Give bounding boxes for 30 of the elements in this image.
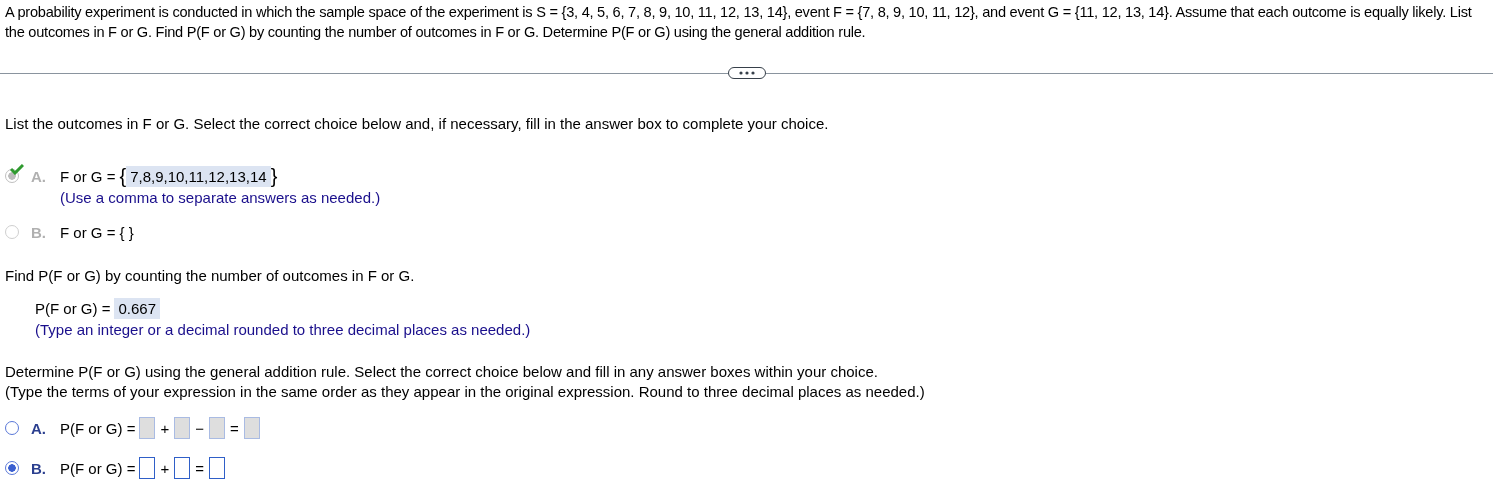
expression-text: F or G = { } <box>60 223 134 241</box>
operator-text: = <box>195 459 204 477</box>
expand-button[interactable] <box>727 67 766 79</box>
operator-text: + <box>160 419 170 437</box>
expression-text: P(F or G) = <box>60 419 136 437</box>
brace-text: } <box>270 164 278 188</box>
answer-box[interactable] <box>139 457 156 479</box>
operator-text: − <box>195 419 204 437</box>
choice-letter: B. <box>31 223 47 241</box>
expression-text: P(F or G) = <box>35 299 111 317</box>
instruction-text: Determine P(F or G) using the general addition rule. Select the correct choice below and fill in any answer boxes within your choice. <box>5 362 879 382</box>
answer-box[interactable]: 0.667 <box>114 297 160 319</box>
note-text: (Type the terms of your expression in the same order as they appear in the original expression. Round to three decimal places as needed.) <box>5 382 926 402</box>
expression-text: P(F or G) = <box>60 459 136 477</box>
expression-text: F or G = <box>60 167 116 185</box>
choice-letter: A. <box>31 419 47 437</box>
hint-text: (Type an integer or a decimal rounded to three decimal places as needed.) <box>34 320 532 340</box>
answer-box[interactable] <box>174 457 191 479</box>
hint-text: (Use a comma to separate answers as needed.) <box>59 188 382 208</box>
answer-box[interactable] <box>208 457 225 479</box>
operator-text: = <box>229 419 239 437</box>
brace-text: { <box>119 164 127 188</box>
question-text: A probability experiment is conducted in which the sample space of the experiment is S = {3, 4, 5, 6, 7, 8, 9, 10, 11, 12, 13, 14}, event F = {7, 8, 9, 10, 11, 12}, and event G = {11, 12, 13, 14}. Assume that each outcome is equally likely. List the outcomes in F or G. Find P(F or G) by counting the number of outcomes in F or G. Determine P(F or G) using the general addition rule. <box>5 3 1473 42</box>
operator-text: + <box>160 459 170 477</box>
choice-letter: B. <box>31 459 47 477</box>
instruction-text: Find P(F or G) by counting the number of outcomes in F or G. <box>5 266 416 286</box>
choice-letter: A. <box>31 167 47 185</box>
instruction-text: List the outcomes in F or G. Select the correct choice below and, if necessary, fill in the answer box to complete your choice. <box>5 114 830 134</box>
radio-button[interactable] <box>5 461 19 475</box>
radio-button[interactable] <box>5 421 19 435</box>
